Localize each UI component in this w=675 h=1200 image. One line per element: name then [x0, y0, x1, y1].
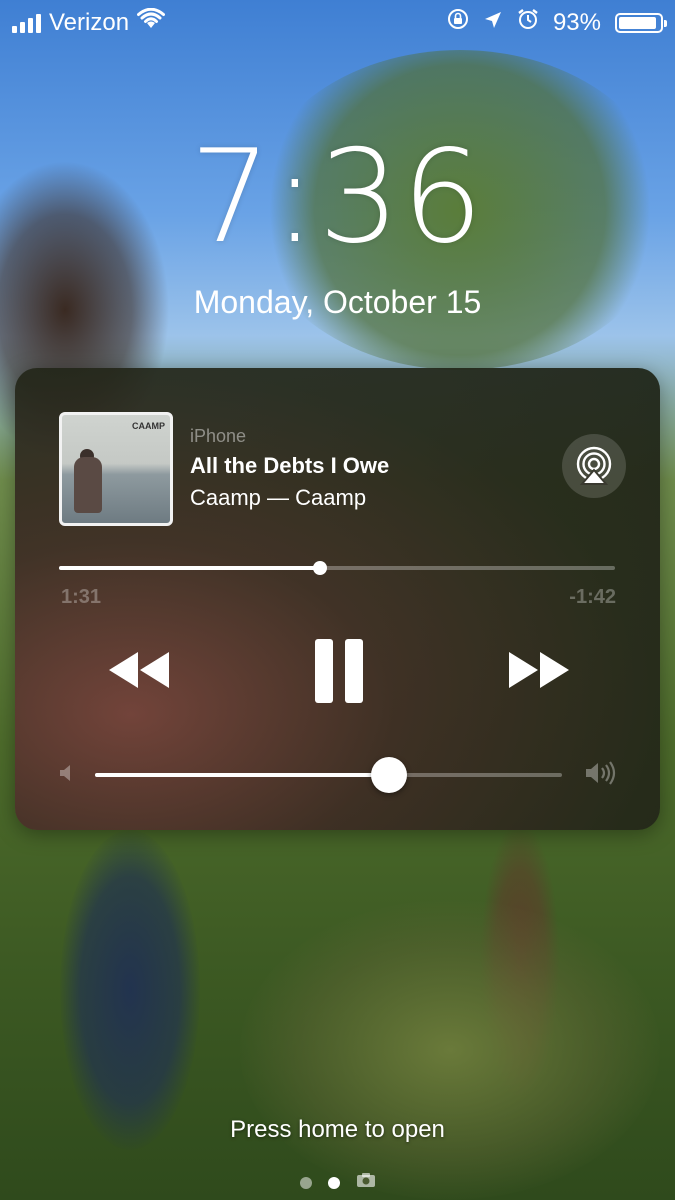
volume-fill	[95, 773, 390, 777]
lock-screen-date: Monday, October 15	[193, 284, 482, 320]
album-art[interactable]: CAAMP	[59, 412, 173, 526]
press-home-hint: Press home to open	[230, 1116, 445, 1143]
camera-icon	[356, 1172, 376, 1193]
fast-forward-icon	[509, 652, 569, 688]
now-playing-widget: CAAMP iPhone All the Debts I Owe Caamp —…	[15, 368, 660, 830]
progress-fill	[59, 566, 321, 570]
album-art-text: CAAMP	[132, 421, 165, 431]
playback-source: iPhone	[190, 426, 247, 446]
wifi-icon	[137, 7, 166, 37]
pause-icon	[315, 639, 363, 703]
alarm-icon	[517, 8, 539, 37]
page-dot-active	[327, 1176, 340, 1189]
rewind-button[interactable]	[107, 648, 171, 692]
lock-screen-time: 7:36	[189, 123, 486, 272]
location-arrow-icon	[483, 9, 503, 37]
remaining-time: -1:42	[569, 586, 616, 608]
battery-percent: 93%	[552, 8, 601, 36]
airplay-icon	[576, 446, 612, 485]
fast-forward-button[interactable]	[507, 648, 571, 692]
page-dot	[299, 1176, 312, 1189]
song-artist-album: Caamp — Caamp	[190, 485, 367, 510]
battery-icon	[615, 12, 667, 33]
volume-slider[interactable]	[95, 757, 562, 793]
progress-scrubber[interactable]	[313, 561, 328, 575]
song-title: All the Debts I Owe	[190, 453, 390, 478]
cellular-signal-icon	[12, 13, 41, 33]
battery-level-fill	[619, 16, 657, 29]
airplay-button[interactable]	[562, 434, 626, 498]
carrier-name: Verizon	[49, 8, 130, 36]
elapsed-time: 1:31	[61, 586, 102, 608]
volume-high-icon	[585, 760, 619, 791]
status-bar: Verizon 93%	[0, 0, 675, 44]
rewind-icon	[109, 652, 169, 688]
page-indicator	[0, 1172, 675, 1193]
volume-low-icon	[59, 764, 75, 787]
pause-button[interactable]	[311, 638, 367, 704]
volume-knob[interactable]	[371, 757, 408, 793]
progress-bar[interactable]	[59, 561, 615, 575]
rotation-lock-icon	[447, 8, 469, 37]
